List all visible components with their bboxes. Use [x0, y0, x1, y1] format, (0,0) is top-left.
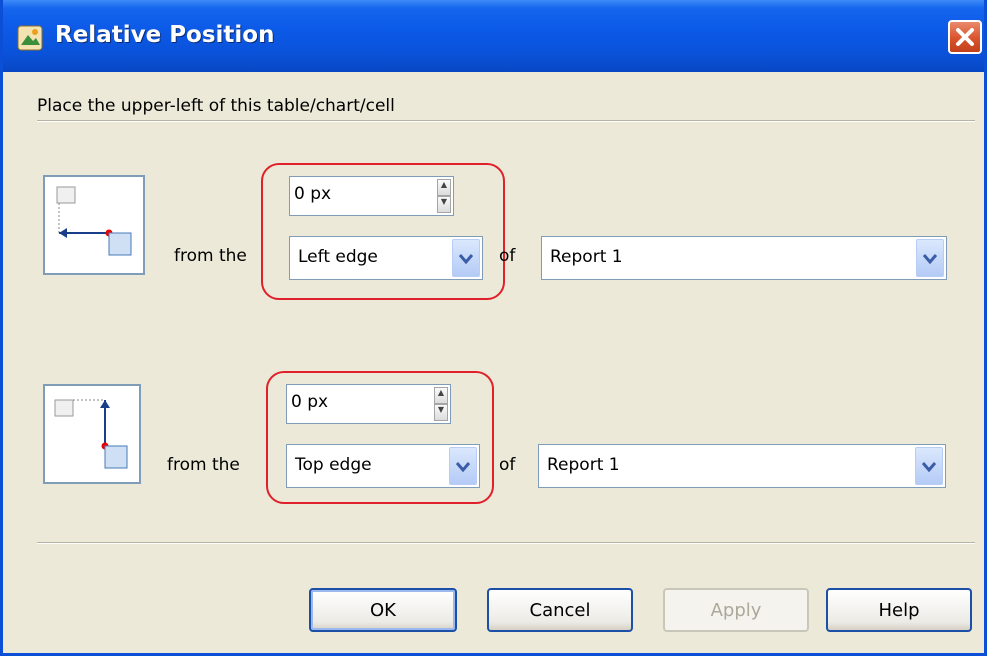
apply-button[interactable]: Apply: [663, 588, 809, 632]
chevron-down-icon[interactable]: [915, 447, 943, 485]
horizontal-position-icon: [43, 175, 145, 275]
caption-text: Place the upper-left of this table/chart…: [37, 96, 395, 116]
vertical-position-icon: [43, 384, 141, 484]
cancel-button-label: Cancel: [529, 600, 591, 621]
of-label: of: [499, 455, 516, 475]
highlight-box-vertical: [266, 371, 494, 504]
title-bar[interactable]: Relative Position: [3, 0, 984, 72]
horizontal-target-value: Report 1: [550, 247, 623, 267]
help-button[interactable]: Help: [826, 588, 972, 632]
cancel-button[interactable]: Cancel: [487, 588, 633, 632]
horizontal-target-select[interactable]: Report 1: [541, 236, 947, 280]
close-icon: [956, 28, 974, 46]
ok-button[interactable]: OK: [309, 588, 457, 632]
of-label: of: [499, 246, 516, 266]
relative-position-dialog: Relative Position Place the upper-left o…: [0, 0, 987, 656]
ok-button-label: OK: [370, 600, 396, 621]
buttons-separator: [37, 542, 975, 544]
vertical-target-value: Report 1: [547, 455, 620, 475]
help-button-label: Help: [878, 600, 920, 621]
app-icon: [17, 25, 43, 51]
close-button[interactable]: [948, 20, 982, 54]
highlight-box-horizontal: [261, 163, 505, 300]
vertical-target-select[interactable]: Report 1: [538, 444, 946, 488]
from-the-label: from the: [167, 455, 240, 475]
caption-separator: [37, 120, 975, 122]
apply-button-label: Apply: [710, 600, 762, 621]
chevron-down-icon[interactable]: [916, 239, 944, 277]
window-title: Relative Position: [55, 22, 275, 48]
from-the-label: from the: [174, 246, 247, 266]
